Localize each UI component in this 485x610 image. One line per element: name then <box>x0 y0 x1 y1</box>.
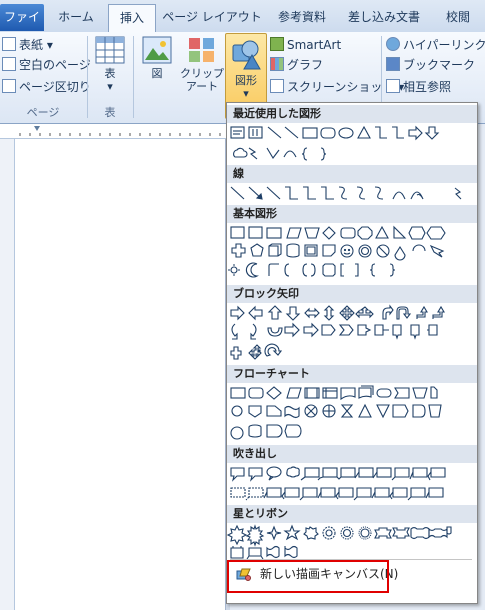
cloud-icon[interactable] <box>233 147 248 158</box>
right-brace-icon[interactable] <box>320 147 327 161</box>
section-lines: 線 <box>227 165 477 183</box>
smartart-icon <box>270 37 284 51</box>
page-break-label: ページ区切り <box>19 80 91 94</box>
triangle-icon[interactable] <box>357 125 371 139</box>
cover-page-button[interactable]: 表紙 ▾ <box>2 36 53 54</box>
blank-page-icon <box>2 57 16 71</box>
right-arrow-icon[interactable] <box>408 125 423 141</box>
stars-ribbons-grid <box>227 524 452 560</box>
rounded-rectangle-icon[interactable] <box>320 127 336 139</box>
clipart-icon <box>189 38 214 62</box>
elbow-arrow-connector-icon[interactable] <box>392 126 404 139</box>
cross-reference-icon <box>386 79 400 93</box>
table-button[interactable]: 表 ▾ <box>92 36 128 93</box>
ribbon-tab-bar: ファイル ホーム 挿入 ページ レイアウト 参考資料 差し込み文書 校閲 <box>0 0 485 50</box>
block-arrows-grid <box>230 304 445 360</box>
group-separator <box>87 36 88 118</box>
highlight-box <box>227 560 389 593</box>
section-stars-ribbons: 星とリボン <box>227 505 477 523</box>
flowchart-grid <box>230 385 442 440</box>
table-icon <box>95 36 125 64</box>
picture-icon <box>142 36 172 64</box>
bookmark-icon <box>386 57 400 71</box>
oval-icon[interactable] <box>338 127 354 139</box>
callouts-grid <box>230 466 446 501</box>
lightning-icon[interactable] <box>248 147 258 160</box>
clipart-button[interactable]: クリップ アート <box>180 36 224 93</box>
arc-icon[interactable] <box>283 150 297 158</box>
chart-label: グラフ <box>287 58 324 72</box>
elbow-connector-icon[interactable] <box>375 126 387 139</box>
document-page[interactable] <box>0 139 226 610</box>
cross-reference-label: 相互参照 <box>403 80 452 94</box>
line-icon[interactable] <box>267 126 282 139</box>
smartart-button[interactable]: SmartArt <box>270 36 341 54</box>
smartart-label: SmartArt <box>287 38 342 52</box>
section-flowchart: フローチャート <box>227 365 477 383</box>
picture-button[interactable]: 図 <box>138 36 176 80</box>
page-group-label: ページ <box>26 106 60 119</box>
bookmark-label: ブックマーク <box>403 58 476 72</box>
group-separator <box>133 36 134 118</box>
screenshot-icon <box>270 79 284 93</box>
cross-reference-button[interactable]: 相互参照 <box>386 78 451 96</box>
left-brace-icon[interactable] <box>301 147 308 161</box>
hyperlink-label: ハイパーリンク <box>403 38 485 52</box>
vertical-text-box-icon[interactable] <box>248 126 263 139</box>
basic-shapes-grid <box>228 225 446 278</box>
shapes-label: 図形 <box>235 74 257 87</box>
text-box-icon[interactable] <box>230 126 245 139</box>
page-break-button[interactable]: ページ区切り <box>2 78 91 96</box>
chart-icon <box>270 57 284 71</box>
shapes-dropdown-icon: ▾ <box>243 87 249 100</box>
table-dropdown-icon: ▾ <box>107 80 113 93</box>
chart-button[interactable]: グラフ <box>270 56 323 74</box>
ruler-ticks <box>19 126 221 136</box>
rectangle-icon[interactable] <box>302 127 318 139</box>
section-callouts: 吹き出し <box>227 445 477 463</box>
down-arrow-icon[interactable] <box>424 126 440 140</box>
tab-home[interactable]: ホーム <box>50 4 102 31</box>
tab-references[interactable]: 参考資料 <box>270 4 334 31</box>
lines-row <box>230 186 462 200</box>
shapes-gallery-menu: 最近使用した図形 線 基本図形 ブロック矢印 フローチャート 吹き出し 星とリボ… <box>226 102 478 604</box>
tab-file[interactable]: ファイル <box>0 4 44 50</box>
recent-shapes-row <box>230 125 440 161</box>
screenshot-button[interactable]: スクリーンショット ▾ <box>270 78 404 96</box>
vertical-ruler <box>0 139 15 610</box>
blank-page-button[interactable]: 空白のページ <box>2 56 91 74</box>
tab-review[interactable]: 校閲 <box>436 4 480 31</box>
table-group-label: 表 <box>104 106 116 119</box>
curve-line-icon[interactable] <box>266 147 280 159</box>
tab-mailings[interactable]: 差し込み文書 <box>342 4 426 31</box>
cover-page-icon <box>2 37 16 51</box>
tab-page-layout[interactable]: ページ レイアウト <box>160 4 264 31</box>
picture-label: 図 <box>151 67 163 80</box>
clipart-label-1: クリップ <box>180 67 224 80</box>
section-block-arrows: ブロック矢印 <box>227 285 477 303</box>
clipart-label-2: アート <box>185 80 219 93</box>
hyperlink-icon <box>386 37 400 51</box>
blank-page-label: 空白のページ <box>19 58 91 72</box>
arrow-line-icon[interactable] <box>284 126 299 139</box>
page-break-icon <box>2 79 16 93</box>
tab-insert[interactable]: 挿入 <box>108 4 156 33</box>
section-basic-shapes: 基本図形 <box>227 205 477 223</box>
cover-page-label: 表紙 ▾ <box>19 38 53 52</box>
bookmark-button[interactable]: ブックマーク <box>386 56 475 74</box>
hyperlink-button[interactable]: ハイパーリンク <box>386 36 485 54</box>
table-label: 表 <box>104 67 116 80</box>
shapes-icon <box>232 40 261 70</box>
horizontal-ruler <box>0 124 230 139</box>
section-recent-shapes: 最近使用した図形 <box>227 105 477 123</box>
